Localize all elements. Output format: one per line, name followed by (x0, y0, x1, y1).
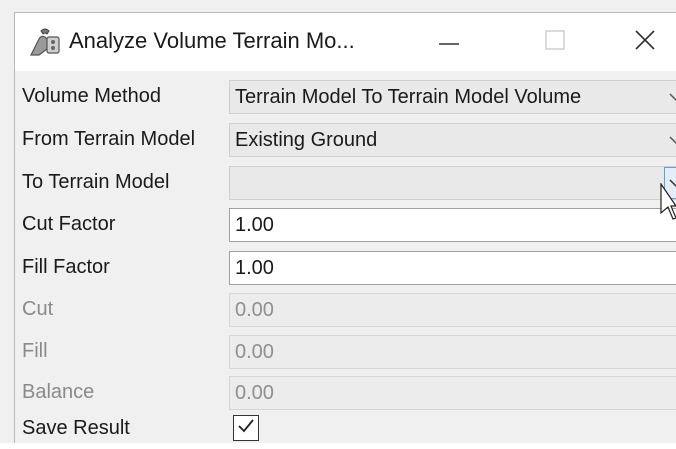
chevron-down-icon[interactable] (664, 81, 676, 113)
fill-label: Fill (22, 340, 48, 362)
cut-value: 0.00 (235, 299, 274, 321)
title-bar[interactable]: Analyze Volume Terrain Mo... (14, 12, 676, 71)
terrain-tools-icon (27, 25, 63, 59)
from-terrain-model-dropdown[interactable]: Existing Ground (229, 123, 676, 157)
fill-row: Fill 0.00 (15, 332, 676, 372)
cut-factor-row: Cut Factor 1.00 (15, 205, 676, 245)
balance-readonly-field: 0.00 (229, 376, 676, 410)
minimize-icon (438, 33, 460, 51)
to-terrain-model-row: To Terrain Model (15, 163, 676, 203)
balance-row: Balance 0.00 (15, 373, 676, 413)
to-terrain-model-label: To Terrain Model (22, 171, 170, 193)
maximize-icon (545, 29, 565, 55)
save-result-checkbox[interactable] (233, 415, 259, 441)
fill-factor-input[interactable]: 1.00 (229, 251, 676, 285)
save-result-row: Save Result (15, 409, 676, 449)
cut-label: Cut (22, 298, 54, 320)
maximize-button[interactable] (527, 21, 583, 63)
dialog-content: Volume Method Terrain Model To Terrain M… (14, 71, 676, 443)
chevron-down-icon[interactable] (664, 124, 676, 156)
close-button[interactable] (617, 21, 673, 63)
balance-label: Balance (22, 381, 95, 403)
from-terrain-model-label: From Terrain Model (22, 128, 196, 150)
save-result-label: Save Result (22, 417, 130, 439)
window-title: Analyze Volume Terrain Mo... (69, 28, 355, 53)
fill-value: 0.00 (235, 341, 274, 363)
minimize-button[interactable] (421, 21, 477, 63)
to-terrain-model-dropdown[interactable] (229, 166, 676, 200)
cut-readonly-field: 0.00 (229, 293, 676, 327)
from-terrain-model-value: Existing Ground (235, 129, 378, 151)
cut-factor-label: Cut Factor (22, 213, 116, 235)
volume-method-dropdown[interactable]: Terrain Model To Terrain Model Volume (229, 80, 676, 114)
from-terrain-model-row: From Terrain Model Existing Ground (15, 120, 676, 160)
volume-method-label: Volume Method (22, 85, 161, 107)
fill-readonly-field: 0.00 (229, 335, 676, 369)
close-icon (634, 29, 656, 56)
cut-factor-value: 1.00 (235, 214, 274, 236)
cut-factor-input[interactable]: 1.00 (229, 208, 676, 242)
mouse-pointer-icon (660, 182, 676, 221)
volume-method-row: Volume Method Terrain Model To Terrain M… (15, 77, 676, 117)
fill-factor-row: Fill Factor 1.00 (15, 248, 676, 288)
fill-factor-label: Fill Factor (22, 256, 110, 278)
cut-row: Cut 0.00 (15, 290, 676, 330)
checkmark-icon (237, 418, 255, 439)
analyze-volume-dialog: Analyze Volume Terrain Mo... Volume Meth… (0, 0, 676, 443)
volume-method-value: Terrain Model To Terrain Model Volume (235, 86, 582, 108)
fill-factor-value: 1.00 (235, 257, 274, 279)
balance-value: 0.00 (235, 382, 274, 404)
